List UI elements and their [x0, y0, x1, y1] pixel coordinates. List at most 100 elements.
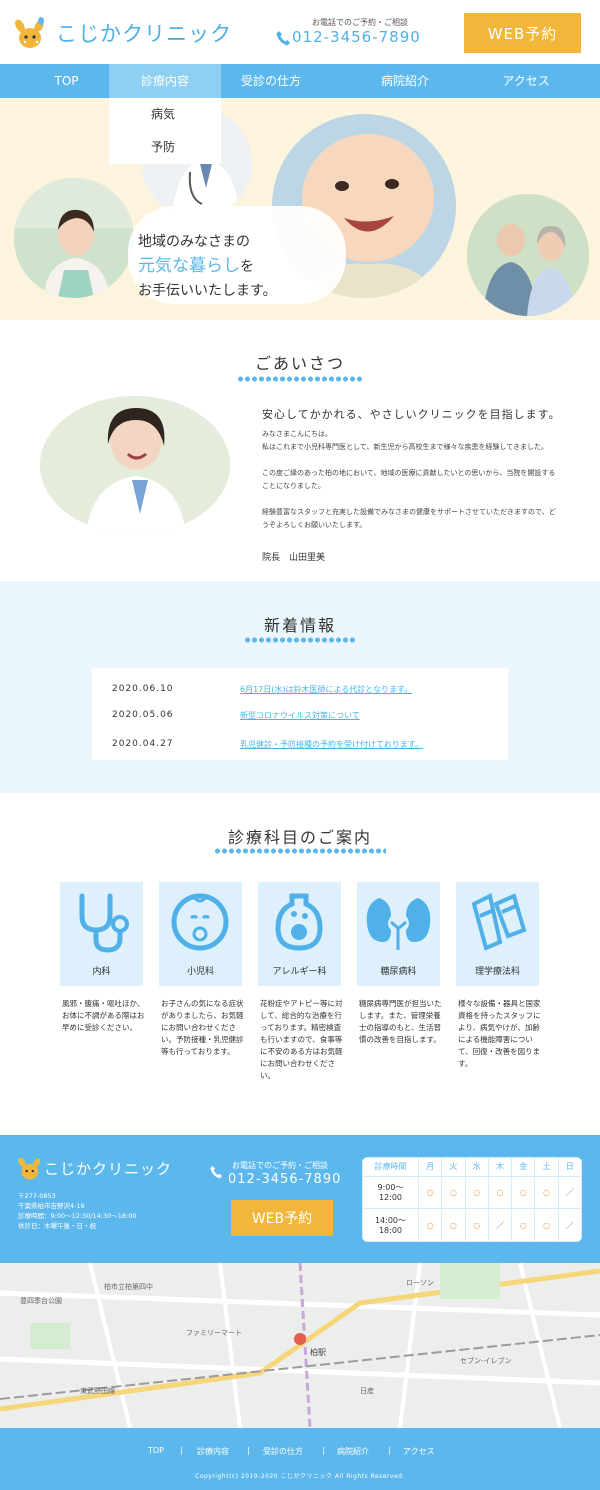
access-map[interactable]: 柏市立柏第四中 ファミリーマート 東武野田線 柏駅 セブン-イレブン ローソン …	[0, 1263, 600, 1428]
hours-header-cell: 日	[557, 1157, 582, 1177]
map-label: 日産	[360, 1386, 374, 1395]
dept-card-diabetes[interactable]: 糖尿病科	[357, 882, 440, 986]
deer-logo-icon[interactable]	[12, 16, 46, 50]
news-item: 2020.04.27 乳児健診・予防接種の予約を受け付けております。	[92, 729, 508, 759]
dept-description: 花粉症やアトピー等に対して、総合的な治療を行っております。精密検査も行いますので…	[260, 999, 343, 1080]
dropdown-item-illness[interactable]: 病気	[109, 98, 221, 131]
footer-nav-top[interactable]: TOP	[148, 1446, 164, 1455]
hours-mark: ／	[487, 1208, 513, 1242]
footer-nav-separator: |	[247, 1446, 250, 1455]
deer-logo-icon[interactable]	[16, 1155, 42, 1181]
dept-card-allergy[interactable]: アレルギー科	[258, 882, 341, 986]
hours-mark: ○	[441, 1208, 466, 1242]
crutch-icon	[471, 893, 527, 951]
footer-nav-about[interactable]: 病院紹介	[337, 1446, 369, 1457]
greeting-lead: 安心してかかれる、やさしいクリニックを目指します。	[262, 408, 561, 421]
hero-line-1: 地域のみなさまの	[138, 234, 250, 250]
nurse-photo	[14, 178, 134, 298]
hours-header-cell: 月	[417, 1157, 443, 1177]
map-label: ファミリーマート	[186, 1329, 242, 1337]
greeting-body: みなさまこんにちは。 私はこれまで小児科専門医として、新生児から高校生まで様々な…	[262, 428, 562, 545]
footer-nav-access[interactable]: アクセス	[403, 1446, 435, 1457]
news-date: 2020.04.27	[112, 739, 174, 749]
phone-icon	[276, 31, 290, 46]
hours-header-cell: 水	[464, 1157, 489, 1177]
hours-mark: ○	[511, 1208, 536, 1242]
footer-nav-separator: |	[180, 1446, 183, 1455]
greeting-paragraph-3: 経験豊富なスタッフと充実した設備でみなさまの健康をサポートさせていただきますので…	[262, 508, 556, 529]
medical-dropdown-menu: 病気 予防	[109, 98, 221, 164]
dept-card-internal[interactable]: 内科	[60, 882, 143, 986]
news-link[interactable]: 新型コロナウイルス対策について	[240, 710, 360, 721]
dropdown-item-prevention[interactable]: 予防	[109, 131, 221, 164]
nav-item-about[interactable]: 病院紹介	[355, 64, 455, 98]
hours-header-cell: 木	[487, 1157, 513, 1177]
global-nav: TOP 診療内容 受診の仕方 病院紹介 アクセス	[0, 64, 600, 98]
nav-item-medical[interactable]: 診療内容	[109, 64, 221, 98]
nav-item-how-to-visit[interactable]: 受診の仕方	[221, 64, 321, 98]
departments-title-underline	[214, 848, 386, 854]
footer-address: 〒277-0853 千葉県柏市吉野沢4-16 診療時間：9:00〜12:30/1…	[18, 1191, 136, 1231]
greeting-title-underline	[237, 376, 363, 382]
footer-hours: 診療時間：9:00〜12:30/14:30〜18:00	[18, 1212, 137, 1220]
director-photo	[40, 396, 230, 534]
footer-nav-medical[interactable]: 診療内容	[197, 1446, 229, 1457]
dept-name: 理学療法科	[474, 967, 520, 977]
news-date: 2020.06.10	[112, 684, 174, 694]
news-list: 2020.06.10 6月17日(水)は鈴木医師による代診となります。 2020…	[92, 668, 508, 760]
hours-header-cell: 土	[534, 1157, 559, 1177]
greeting-paragraph-1: みなさまこんにちは。 私はこれまで小児科専門医として、新生児から高校生まで様々な…	[262, 430, 549, 451]
dept-description: 糖尿病専門医が担当いたします。また、管理栄養士の指導のもと、生活習慣の改善を目指…	[359, 999, 442, 1044]
dept-card-physio[interactable]: 理学療法科	[456, 882, 539, 986]
hours-table: 診療時間 月 火 水 木 金 土 日 9:00〜 12:00 ○ ○ ○ ○ ○…	[362, 1157, 582, 1242]
hero-line-2-rest: を	[240, 259, 254, 275]
baby-icon	[171, 893, 229, 951]
phone-icon	[210, 1166, 222, 1179]
footer-web-reservation-button[interactable]: WEB予約	[231, 1200, 333, 1236]
site-header: こじかクリニック お電話でのご予約・ご相談 012-3456-7890 WEB予…	[0, 0, 600, 64]
kidney-icon	[366, 898, 431, 950]
hours-mark: ○	[464, 1208, 489, 1242]
tel-number[interactable]: 012-3456-7890	[292, 28, 421, 46]
hours-mark: ○	[534, 1208, 559, 1242]
news-link[interactable]: 6月17日(水)は鈴木医師による代診となります。	[240, 684, 412, 695]
tel-caption: お電話でのご予約・ご相談	[312, 18, 408, 27]
allergy-icon	[275, 893, 323, 951]
hours-header-cell: 診療時間	[362, 1157, 419, 1177]
nav-item-access[interactable]: アクセス	[476, 64, 576, 98]
map-canvas[interactable]: 柏市立柏第四中 ファミリーマート 東武野田線 柏駅 セブン-イレブン ローソン …	[0, 1263, 600, 1428]
hours-mark: ○	[487, 1175, 513, 1210]
footer-nav-how-to-visit[interactable]: 受診の仕方	[263, 1446, 303, 1457]
departments-title: 診療科目のご案内	[227, 828, 372, 847]
news-date: 2020.05.06	[112, 710, 174, 720]
hours-header-row: 診療時間 月 火 水 木 金 土 日	[362, 1157, 582, 1177]
news-link[interactable]: 乳児健診・予防接種の予約を受け付けております。	[240, 739, 423, 750]
hours-row-morning: 9:00〜 12:00 ○ ○ ○ ○ ○ ○ ／	[362, 1175, 582, 1210]
dept-description: 風邪・腹痛・嘔吐ほか、お体に不調がある際はお早めに受診ください。	[62, 999, 145, 1032]
map-label: ローソン	[406, 1279, 434, 1287]
hero-line-2: 元気な暮らしを	[138, 254, 338, 279]
footer-tel-number[interactable]: 012-3456-7890	[228, 1172, 341, 1187]
hours-header-cell: 金	[511, 1157, 536, 1177]
hours-mark: ／	[557, 1208, 582, 1242]
hours-time-cell: 9:00〜 12:00	[362, 1175, 419, 1210]
hours-mark: ○	[417, 1175, 443, 1210]
map-label: セブン-イレブン	[460, 1356, 512, 1365]
footer-street-address: 千葉県柏市吉野沢4-16	[18, 1202, 85, 1210]
hero-catchphrase: 地域のみなさまの 元気な暮らしを お手伝いいたします。	[138, 230, 338, 303]
hours-mark: ○	[534, 1175, 559, 1210]
site-logo-text[interactable]: こじかクリニック	[56, 18, 232, 48]
stethoscope-icon	[79, 893, 129, 953]
dept-name: アレルギー科	[272, 967, 327, 977]
hours-mark: ○	[511, 1175, 536, 1210]
dept-description: お子さんの気になる症状がありましたら、お気軽にお問い合わせください。予防接種・乳…	[161, 999, 244, 1056]
news-title-underline	[244, 637, 356, 643]
footer-nav-separator: |	[322, 1446, 325, 1455]
web-reservation-button[interactable]: WEB予約	[464, 13, 581, 53]
copyright: Copyright(c) 2019-2020 こじかクリニック All Righ…	[195, 1473, 405, 1480]
dept-card-pediatrics[interactable]: 小児科	[159, 882, 242, 986]
seniors-photo	[467, 194, 589, 316]
footer-logo-text[interactable]: こじかクリニック	[44, 1158, 172, 1179]
director-signature: 院長 山田里美	[262, 553, 326, 563]
map-label: 東武野田線	[80, 1386, 115, 1395]
